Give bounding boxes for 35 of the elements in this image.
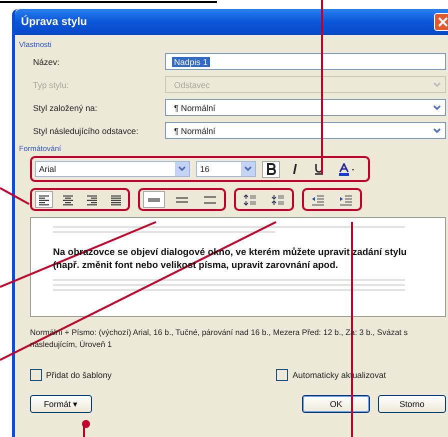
close-button[interactable] (434, 13, 448, 31)
checkbox[interactable] (276, 369, 288, 381)
field-label: Styl následujícího odstavce: (33, 126, 140, 136)
font-dropdown[interactable]: Arial (35, 161, 190, 177)
checkbox[interactable] (30, 369, 42, 381)
dropdown-field[interactable]: ¶ Normální (165, 122, 446, 139)
align-icon (62, 194, 74, 206)
style-button[interactable] (262, 160, 280, 178)
ok-button[interactable]: OK (302, 395, 370, 413)
field-label: Název: (33, 56, 60, 66)
name-field[interactable]: Nadpis 1 (165, 53, 446, 70)
cancel-button[interactable]: Storno (378, 395, 446, 413)
close-icon (438, 17, 448, 27)
font-color-icon (338, 162, 356, 176)
bold-icon (265, 163, 277, 175)
indent-icon (339, 194, 353, 206)
line-spacing-button[interactable] (143, 191, 165, 208)
checkbox-label: Přidat do šablony (46, 370, 112, 380)
field-label: Typ stylu: (33, 80, 70, 90)
align-icon (110, 194, 122, 206)
align-icon (38, 194, 50, 206)
align-icon (86, 194, 98, 206)
line-spacing-icon (203, 194, 217, 206)
paragraph-spacing-icon (271, 194, 285, 206)
dropdown-field[interactable]: ¶ Normální (165, 99, 446, 116)
format-button[interactable]: Formát ▾ (30, 395, 92, 413)
field-value: Nadpis 1 (172, 56, 210, 66)
window-title: Úprava stylu (21, 16, 88, 28)
leader-line (82, 420, 90, 437)
indent-icon (311, 194, 325, 206)
field-label: Styl založený na: (33, 102, 98, 112)
paragraph-spacing-icon (243, 194, 257, 206)
underline-icon (313, 163, 325, 175)
size-dropdown[interactable]: 16 (196, 161, 256, 177)
alignment-button[interactable] (35, 191, 53, 208)
